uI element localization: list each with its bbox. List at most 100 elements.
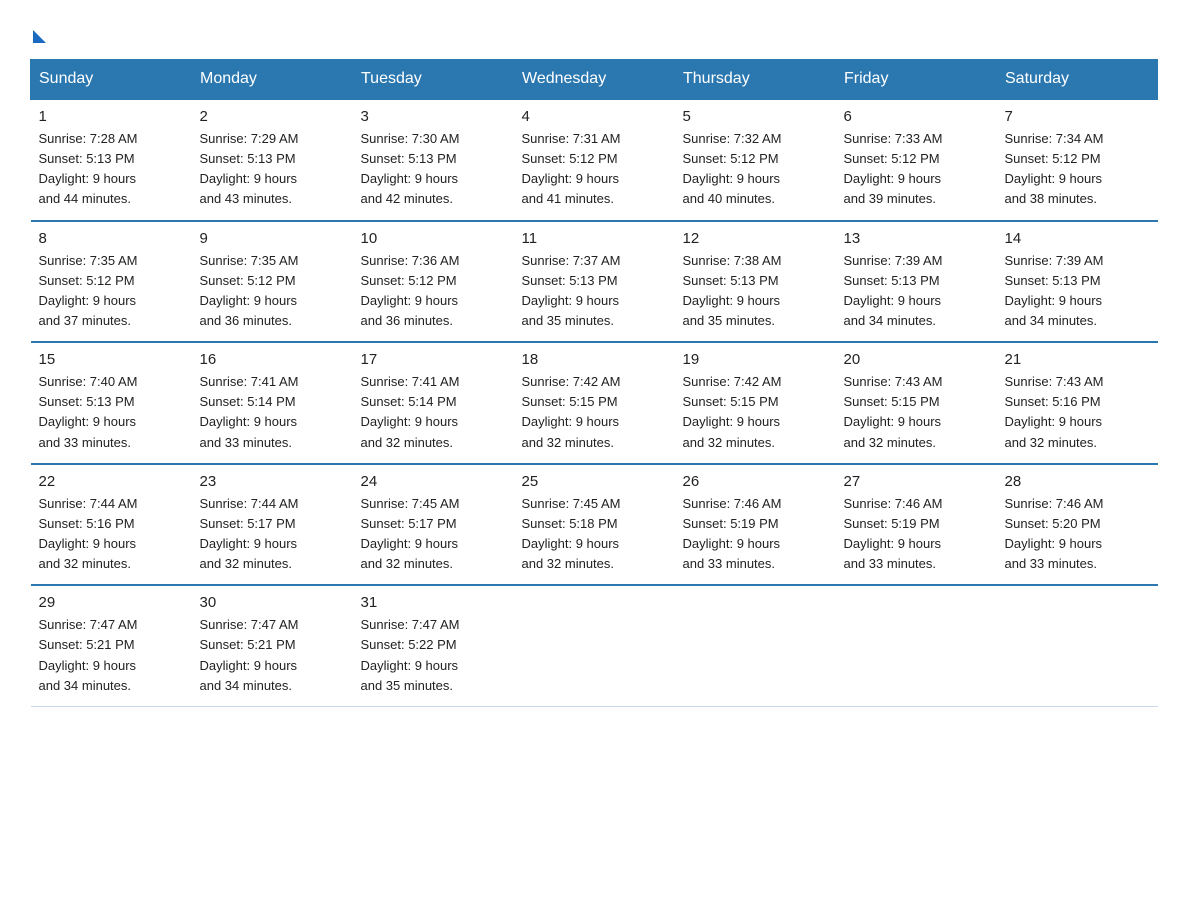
day-cell: 15 Sunrise: 7:40 AMSunset: 5:13 PMDayligh… (31, 342, 192, 464)
day-info: Sunrise: 7:45 AMSunset: 5:18 PMDaylight:… (522, 494, 667, 575)
calendar-body: 1Sunrise: 7:28 AMSunset: 5:13 PMDaylight… (31, 99, 1158, 706)
day-cell: 25 Sunrise: 7:45 AMSunset: 5:18 PMDayligh… (514, 464, 675, 586)
week-row-5: 29 Sunrise: 7:47 AMSunset: 5:21 PMDayligh… (31, 585, 1158, 706)
day-info: Sunrise: 7:46 AMSunset: 5:19 PMDaylight:… (844, 494, 989, 575)
day-cell: 5Sunrise: 7:32 AMSunset: 5:12 PMDaylight… (675, 99, 836, 221)
day-cell: 2 Sunrise: 7:29 AMSunset: 5:13 PMDaylight… (192, 99, 353, 221)
day-cell: 14 Sunrise: 7:39 AMSunset: 5:13 PMDayligh… (997, 221, 1158, 343)
day-info: Sunrise: 7:29 AMSunset: 5:13 PMDaylight:… (200, 129, 345, 210)
day-cell (997, 585, 1158, 706)
day-info: Sunrise: 7:39 AMSunset: 5:13 PMDaylight:… (1005, 251, 1150, 332)
header-cell-wednesday: Wednesday (514, 60, 675, 100)
header-cell-saturday: Saturday (997, 60, 1158, 100)
day-number: 2 (200, 108, 345, 125)
day-number: 21 (1005, 351, 1150, 368)
day-info: Sunrise: 7:46 AMSunset: 5:20 PMDaylight:… (1005, 494, 1150, 575)
day-number: 8 (39, 230, 184, 247)
day-cell: 29 Sunrise: 7:47 AMSunset: 5:21 PMDayligh… (31, 585, 192, 706)
day-number: 12 (683, 230, 828, 247)
day-info: Sunrise: 7:43 AMSunset: 5:16 PMDaylight:… (1005, 372, 1150, 453)
day-number: 29 (39, 594, 184, 611)
day-cell (836, 585, 997, 706)
calendar-header: SundayMondayTuesdayWednesdayThursdayFrid… (31, 60, 1158, 100)
day-number: 1 (39, 108, 184, 125)
day-cell (514, 585, 675, 706)
day-info: Sunrise: 7:31 AMSunset: 5:12 PMDaylight:… (522, 129, 667, 210)
day-cell: 20 Sunrise: 7:43 AMSunset: 5:15 PMDayligh… (836, 342, 997, 464)
week-row-2: 8 Sunrise: 7:35 AMSunset: 5:12 PMDaylight… (31, 221, 1158, 343)
day-info: Sunrise: 7:41 AMSunset: 5:14 PMDaylight:… (361, 372, 506, 453)
day-number: 14 (1005, 230, 1150, 247)
day-info: Sunrise: 7:40 AMSunset: 5:13 PMDaylight:… (39, 372, 184, 453)
day-cell: 16Sunrise: 7:41 AMSunset: 5:14 PMDayligh… (192, 342, 353, 464)
day-number: 20 (844, 351, 989, 368)
day-cell: 7Sunrise: 7:34 AMSunset: 5:12 PMDaylight… (997, 99, 1158, 221)
day-number: 25 (522, 473, 667, 490)
day-cell: 28 Sunrise: 7:46 AMSunset: 5:20 PMDayligh… (997, 464, 1158, 586)
day-cell: 18 Sunrise: 7:42 AMSunset: 5:15 PMDayligh… (514, 342, 675, 464)
day-info: Sunrise: 7:37 AMSunset: 5:13 PMDaylight:… (522, 251, 667, 332)
day-cell: 8 Sunrise: 7:35 AMSunset: 5:12 PMDaylight… (31, 221, 192, 343)
header-cell-thursday: Thursday (675, 60, 836, 100)
day-info: Sunrise: 7:45 AMSunset: 5:17 PMDaylight:… (361, 494, 506, 575)
day-number: 10 (361, 230, 506, 247)
day-number: 17 (361, 351, 506, 368)
day-cell: 17 Sunrise: 7:41 AMSunset: 5:14 PMDayligh… (353, 342, 514, 464)
day-number: 9 (200, 230, 345, 247)
day-cell: 27 Sunrise: 7:46 AMSunset: 5:19 PMDayligh… (836, 464, 997, 586)
logo (30, 24, 46, 43)
day-info: Sunrise: 7:41 AMSunset: 5:14 PMDaylight:… (200, 372, 345, 453)
page-header (30, 24, 1158, 43)
day-info: Sunrise: 7:34 AMSunset: 5:12 PMDaylight:… (1005, 129, 1150, 210)
day-number: 22 (39, 473, 184, 490)
day-cell: 24 Sunrise: 7:45 AMSunset: 5:17 PMDayligh… (353, 464, 514, 586)
day-info: Sunrise: 7:35 AMSunset: 5:12 PMDaylight:… (39, 251, 184, 332)
day-number: 6 (844, 108, 989, 125)
day-number: 28 (1005, 473, 1150, 490)
day-info: Sunrise: 7:44 AMSunset: 5:16 PMDaylight:… (39, 494, 184, 575)
day-info: Sunrise: 7:42 AMSunset: 5:15 PMDaylight:… (683, 372, 828, 453)
day-info: Sunrise: 7:47 AMSunset: 5:22 PMDaylight:… (361, 615, 506, 696)
day-info: Sunrise: 7:38 AMSunset: 5:13 PMDaylight:… (683, 251, 828, 332)
day-number: 18 (522, 351, 667, 368)
day-info: Sunrise: 7:32 AMSunset: 5:12 PMDaylight:… (683, 129, 828, 210)
week-row-3: 15 Sunrise: 7:40 AMSunset: 5:13 PMDayligh… (31, 342, 1158, 464)
day-info: Sunrise: 7:42 AMSunset: 5:15 PMDaylight:… (522, 372, 667, 453)
day-info: Sunrise: 7:43 AMSunset: 5:15 PMDaylight:… (844, 372, 989, 453)
day-info: Sunrise: 7:44 AMSunset: 5:17 PMDaylight:… (200, 494, 345, 575)
day-number: 3 (361, 108, 506, 125)
day-cell: 1Sunrise: 7:28 AMSunset: 5:13 PMDaylight… (31, 99, 192, 221)
day-cell: 4Sunrise: 7:31 AMSunset: 5:12 PMDaylight… (514, 99, 675, 221)
day-info: Sunrise: 7:47 AMSunset: 5:21 PMDaylight:… (200, 615, 345, 696)
day-info: Sunrise: 7:47 AMSunset: 5:21 PMDaylight:… (39, 615, 184, 696)
day-cell: 26Sunrise: 7:46 AMSunset: 5:19 PMDayligh… (675, 464, 836, 586)
day-number: 27 (844, 473, 989, 490)
day-info: Sunrise: 7:35 AMSunset: 5:12 PMDaylight:… (200, 251, 345, 332)
day-cell: 22 Sunrise: 7:44 AMSunset: 5:16 PMDayligh… (31, 464, 192, 586)
day-info: Sunrise: 7:30 AMSunset: 5:13 PMDaylight:… (361, 129, 506, 210)
header-cell-friday: Friday (836, 60, 997, 100)
day-number: 13 (844, 230, 989, 247)
header-cell-monday: Monday (192, 60, 353, 100)
day-info: Sunrise: 7:36 AMSunset: 5:12 PMDaylight:… (361, 251, 506, 332)
day-cell: 10 Sunrise: 7:36 AMSunset: 5:12 PMDayligh… (353, 221, 514, 343)
day-cell: 31Sunrise: 7:47 AMSunset: 5:22 PMDayligh… (353, 585, 514, 706)
day-number: 24 (361, 473, 506, 490)
day-number: 15 (39, 351, 184, 368)
day-cell: 13 Sunrise: 7:39 AMSunset: 5:13 PMDayligh… (836, 221, 997, 343)
header-row: SundayMondayTuesdayWednesdayThursdayFrid… (31, 60, 1158, 100)
header-cell-sunday: Sunday (31, 60, 192, 100)
header-cell-tuesday: Tuesday (353, 60, 514, 100)
day-cell: 23 Sunrise: 7:44 AMSunset: 5:17 PMDayligh… (192, 464, 353, 586)
day-number: 23 (200, 473, 345, 490)
day-cell: 30Sunrise: 7:47 AMSunset: 5:21 PMDayligh… (192, 585, 353, 706)
day-number: 11 (522, 230, 667, 247)
day-info: Sunrise: 7:33 AMSunset: 5:12 PMDaylight:… (844, 129, 989, 210)
day-cell (675, 585, 836, 706)
day-cell: 19Sunrise: 7:42 AMSunset: 5:15 PMDayligh… (675, 342, 836, 464)
day-info: Sunrise: 7:39 AMSunset: 5:13 PMDaylight:… (844, 251, 989, 332)
day-cell: 21 Sunrise: 7:43 AMSunset: 5:16 PMDayligh… (997, 342, 1158, 464)
day-cell: 6 Sunrise: 7:33 AMSunset: 5:12 PMDaylight… (836, 99, 997, 221)
day-cell: 11 Sunrise: 7:37 AMSunset: 5:13 PMDayligh… (514, 221, 675, 343)
day-info: Sunrise: 7:46 AMSunset: 5:19 PMDaylight:… (683, 494, 828, 575)
